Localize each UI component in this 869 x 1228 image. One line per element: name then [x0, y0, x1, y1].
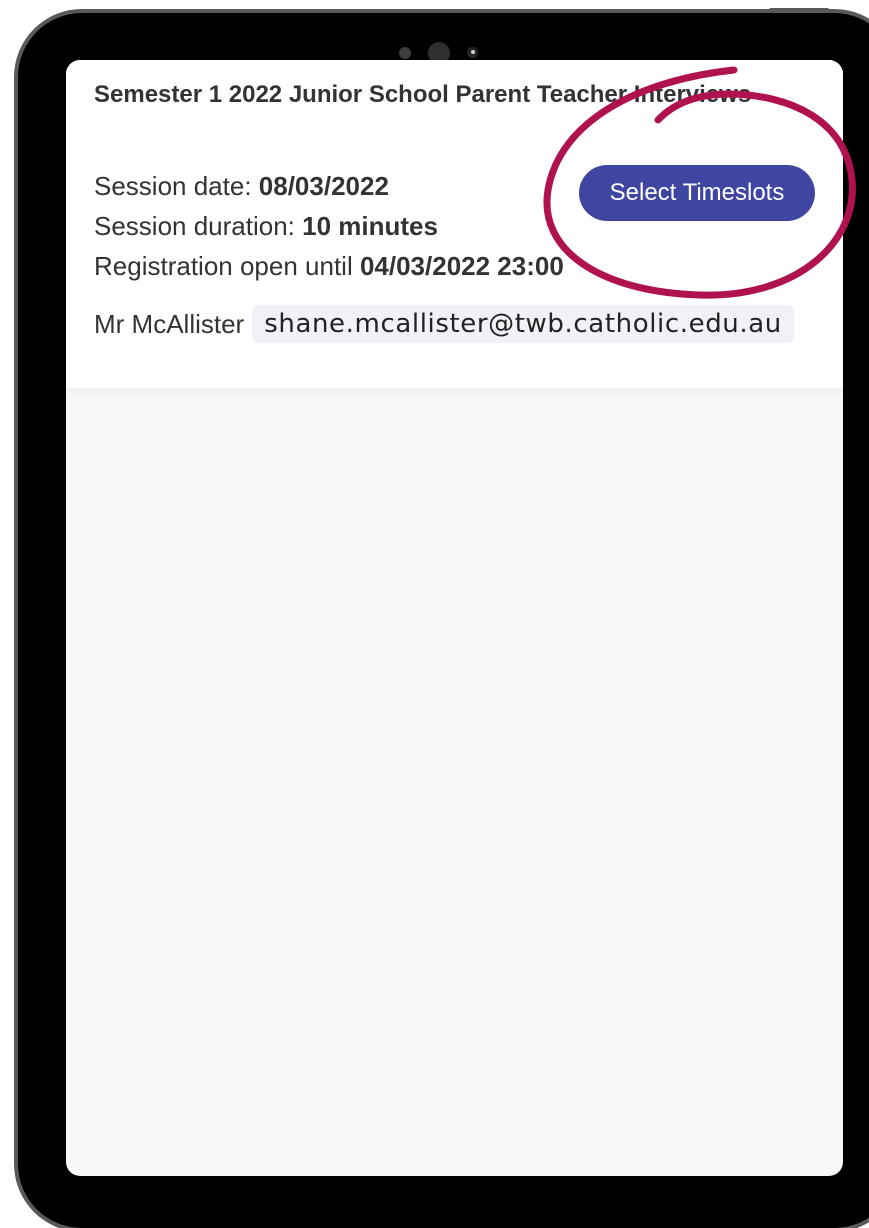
session-date-label: Session date:: [94, 171, 259, 201]
registration-deadline-line: Registration open until 04/03/2022 23:00: [94, 250, 564, 282]
session-duration-line: Session duration: 10 minutes: [94, 210, 438, 242]
session-card: Semester 1 2022 Junior School Parent Tea…: [66, 60, 843, 388]
session-date-value: 08/03/2022: [258, 171, 389, 201]
session-duration-value: 10 minutes: [302, 211, 438, 241]
session-duration-label: Session duration:: [94, 211, 303, 241]
ambient-sensor-icon: [399, 47, 411, 59]
session-title: Semester 1 2022 Junior School Parent Tea…: [94, 81, 752, 108]
camera-lens-icon: [467, 47, 478, 58]
device-screen: Semester 1 2022 Junior School Parent Tea…: [66, 60, 843, 1176]
session-date-line: Session date: 08/03/2022: [94, 170, 389, 202]
teacher-name: Mr McAllister: [94, 308, 245, 339]
select-timeslots-button[interactable]: Select Timeslots: [579, 165, 815, 221]
registration-label: Registration open until: [94, 251, 360, 281]
teacher-email-chip[interactable]: shane.mcallister@twb.catholic.edu.au: [252, 305, 794, 343]
registration-value: 04/03/2022 23:00: [359, 251, 564, 281]
teacher-row: Mr McAllister shane.mcallister@twb.catho…: [94, 303, 794, 345]
